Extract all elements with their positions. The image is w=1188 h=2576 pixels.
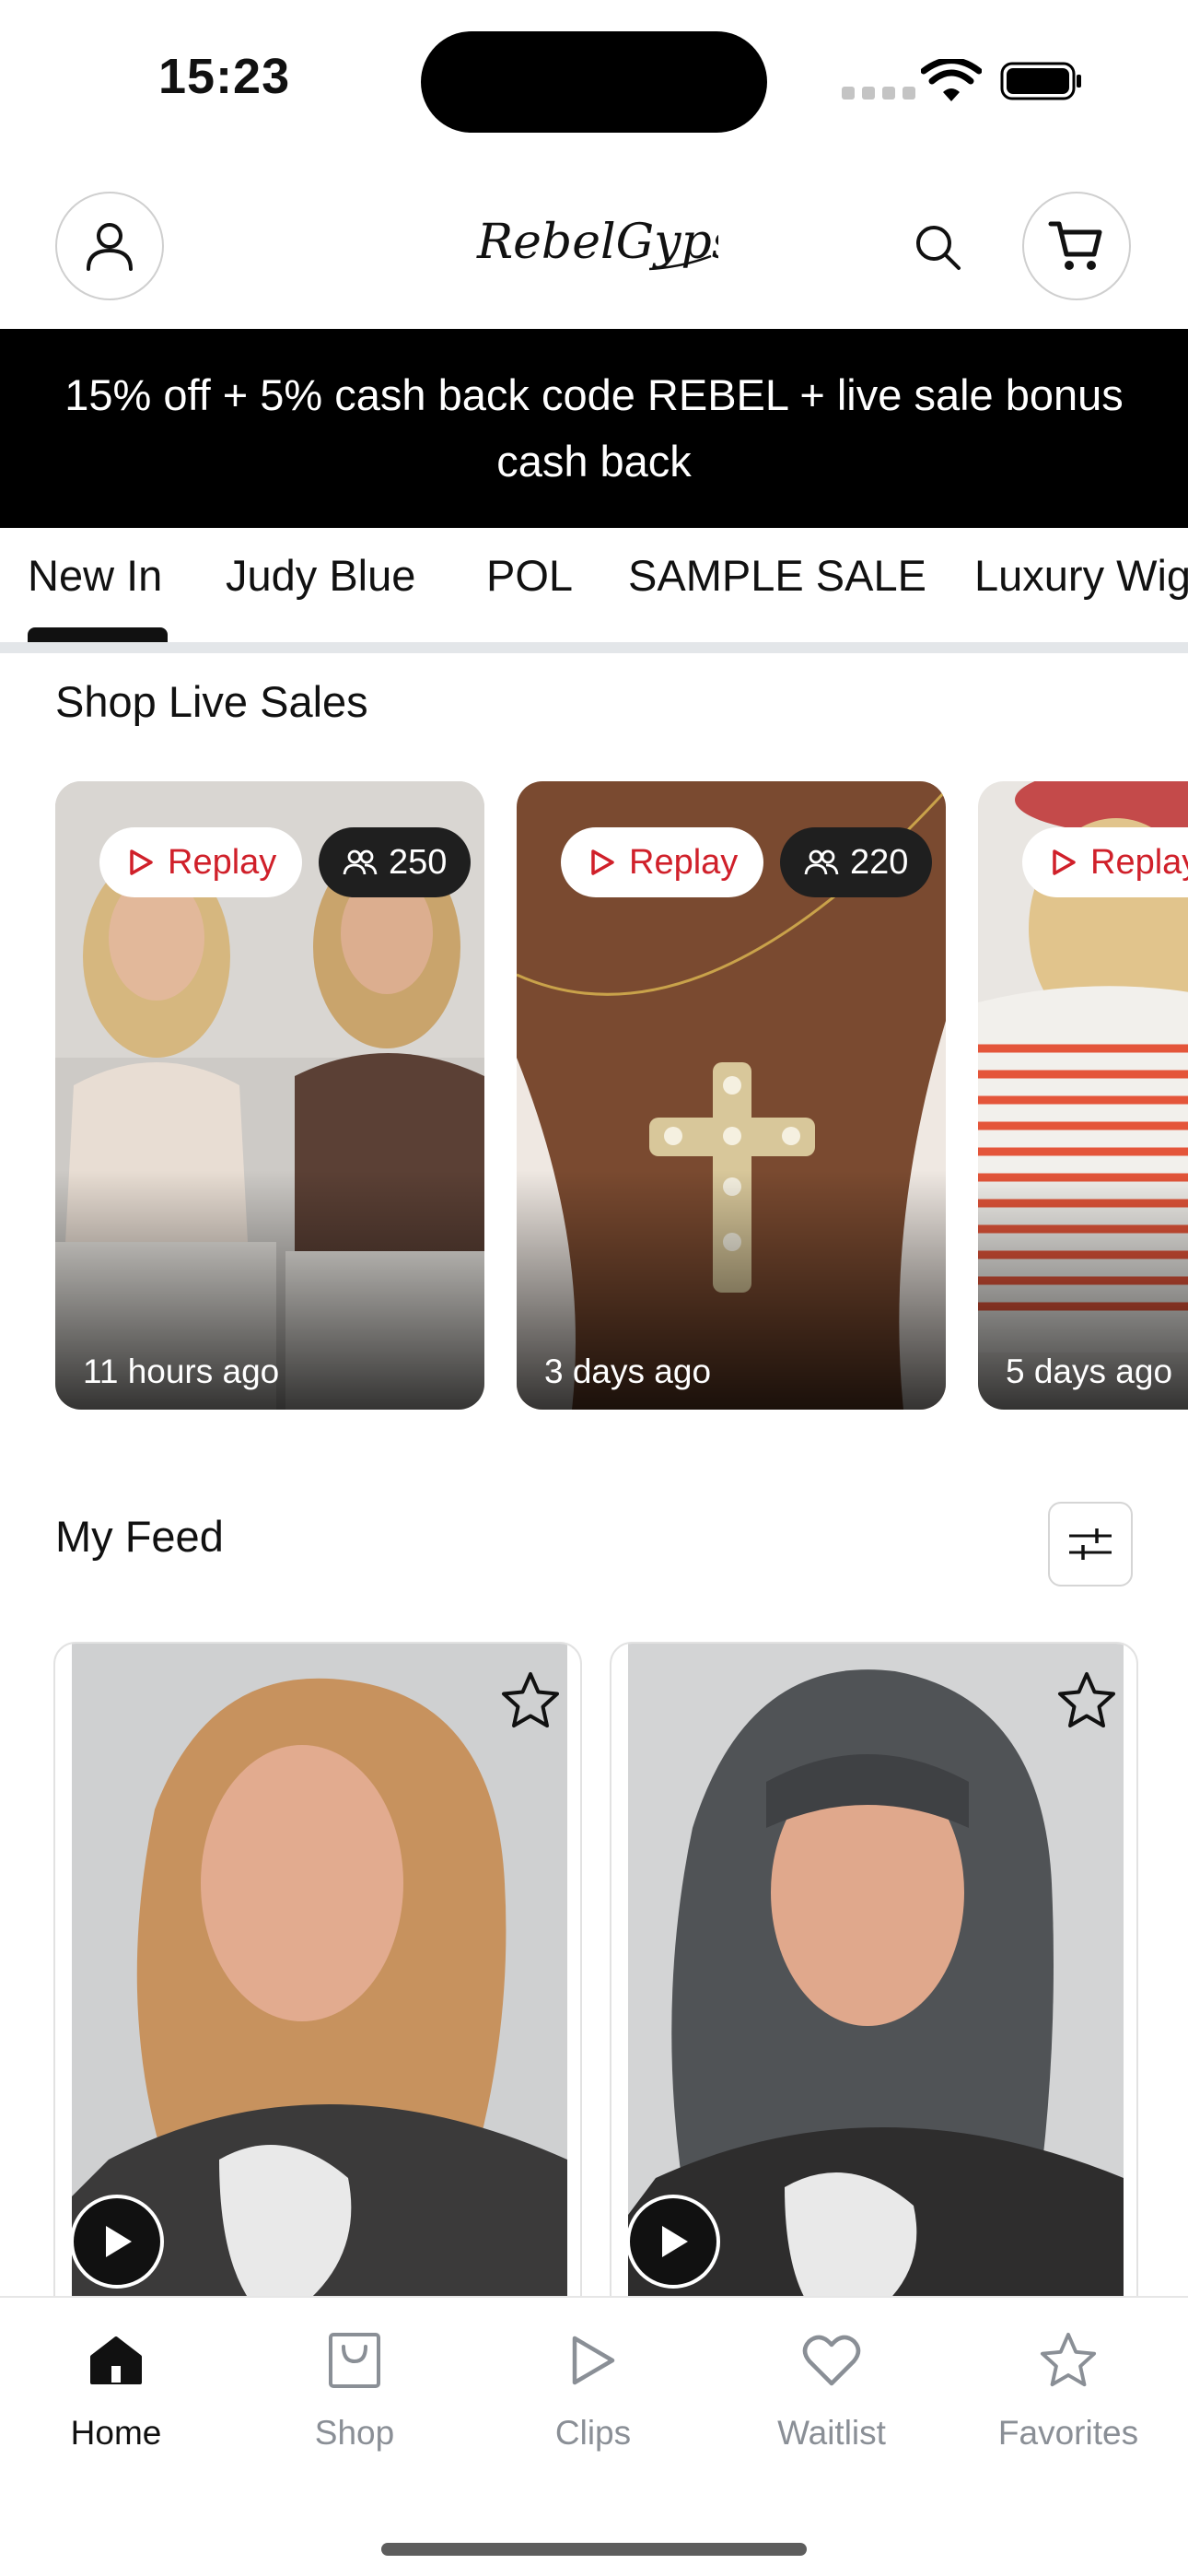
search-icon (916, 226, 961, 270)
time-ago: 3 days ago (544, 1352, 712, 1390)
svg-text:RebelGypsy: RebelGypsy (476, 215, 718, 270)
replay-label: Replay (168, 842, 277, 882)
home-icon (83, 2327, 149, 2394)
nav-clips[interactable]: Clips (492, 2327, 694, 2465)
replay-badge[interactable]: Replay (99, 827, 303, 897)
play-icon (106, 2226, 132, 2257)
sliders-icon (1069, 1528, 1112, 1560)
live-sales-title: Shop Live Sales (55, 677, 368, 726)
star-outline-icon (1058, 1672, 1115, 1727)
app-header: RebelGypsy (0, 184, 1188, 328)
feed-filter-button[interactable] (1048, 1502, 1133, 1587)
replay-label: Replay (1090, 842, 1188, 882)
play-outline-icon (130, 849, 153, 875)
feed-product-card[interactable] (610, 1642, 1138, 2342)
nav-waitlist[interactable]: Waitlist (730, 2327, 933, 2465)
nav-favorites[interactable]: Favorites (967, 2327, 1170, 2465)
cart-button[interactable] (1022, 192, 1131, 300)
feed-product-card[interactable] (53, 1642, 582, 2342)
viewers-badge: 220 (780, 827, 933, 897)
viewers-count: 250 (389, 842, 448, 882)
time-ago: 5 days ago (1006, 1352, 1173, 1390)
cellular-signal-icon (842, 87, 915, 100)
live-sale-card[interactable]: Replay 220 3 days ago (517, 781, 946, 1410)
tabs-divider (0, 642, 1188, 653)
nav-shop-label: Shop (314, 2414, 395, 2452)
wifi-icon (921, 59, 982, 101)
user-icon (87, 223, 133, 271)
play-video-button[interactable] (626, 2195, 720, 2289)
live-sale-card[interactable]: Replay 5 days ago (978, 781, 1188, 1410)
battery-icon (1000, 62, 1081, 100)
nav-clips-label: Clips (554, 2414, 632, 2452)
nav-waitlist-label: Waitlist (777, 2414, 886, 2452)
tab-new-in[interactable]: New In (28, 550, 162, 601)
bag-icon (321, 2327, 388, 2394)
search-button[interactable] (910, 219, 965, 275)
play-icon (560, 2327, 626, 2394)
home-indicator (381, 2543, 807, 2556)
star-icon (1035, 2327, 1101, 2394)
replay-badge[interactable]: Replay (1022, 827, 1188, 897)
play-video-button[interactable] (70, 2195, 164, 2289)
nav-shop[interactable]: Shop (253, 2327, 456, 2465)
people-icon (343, 849, 378, 875)
live-sales-carousel[interactable]: Replay 250 11 hours ago Replay 220 3 day… (0, 781, 1188, 1410)
play-icon (662, 2226, 688, 2257)
nav-favorites-label: Favorites (997, 2414, 1139, 2452)
favorite-button[interactable] (494, 1664, 567, 1738)
star-outline-icon (502, 1672, 559, 1727)
viewers-badge: 250 (319, 827, 472, 897)
tab-sample-sale[interactable]: SAMPLE SALE (628, 550, 926, 601)
play-outline-icon (591, 849, 614, 875)
brand-logo: RebelGypsy (476, 215, 718, 271)
status-bar: 15:23 (0, 0, 1188, 157)
replay-label: Replay (629, 842, 739, 882)
play-outline-icon (1053, 849, 1076, 875)
promo-banner[interactable]: 15% off + 5% cash back code REBEL + live… (0, 329, 1188, 528)
tab-judy-blue[interactable]: Judy Blue (226, 550, 415, 601)
dynamic-island (421, 31, 767, 133)
feed-title: My Feed (55, 1512, 224, 1561)
category-tabs: New In Judy Blue POL SAMPLE SALE Luxury … (0, 528, 1188, 646)
account-button[interactable] (55, 192, 164, 300)
promo-text: 15% off + 5% cash back code REBEL + live… (64, 370, 1124, 486)
live-sale-card[interactable]: Replay 250 11 hours ago (55, 781, 484, 1410)
replay-badge[interactable]: Replay (561, 827, 764, 897)
bottom-navigation: Home Shop Clips Waitlist Favorites (0, 2296, 1188, 2576)
favorite-button[interactable] (1050, 1664, 1124, 1738)
time-ago: 11 hours ago (83, 1352, 280, 1390)
status-time: 15:23 (158, 49, 291, 104)
viewers-count: 220 (850, 842, 909, 882)
tab-luxury-wigs[interactable]: Luxury Wigs (974, 550, 1188, 601)
cart-icon (1048, 221, 1102, 270)
nav-home-label: Home (70, 2414, 162, 2452)
heart-icon (798, 2327, 865, 2394)
tab-pol[interactable]: POL (486, 550, 573, 601)
people-icon (804, 849, 839, 875)
nav-home[interactable]: Home (15, 2327, 217, 2465)
